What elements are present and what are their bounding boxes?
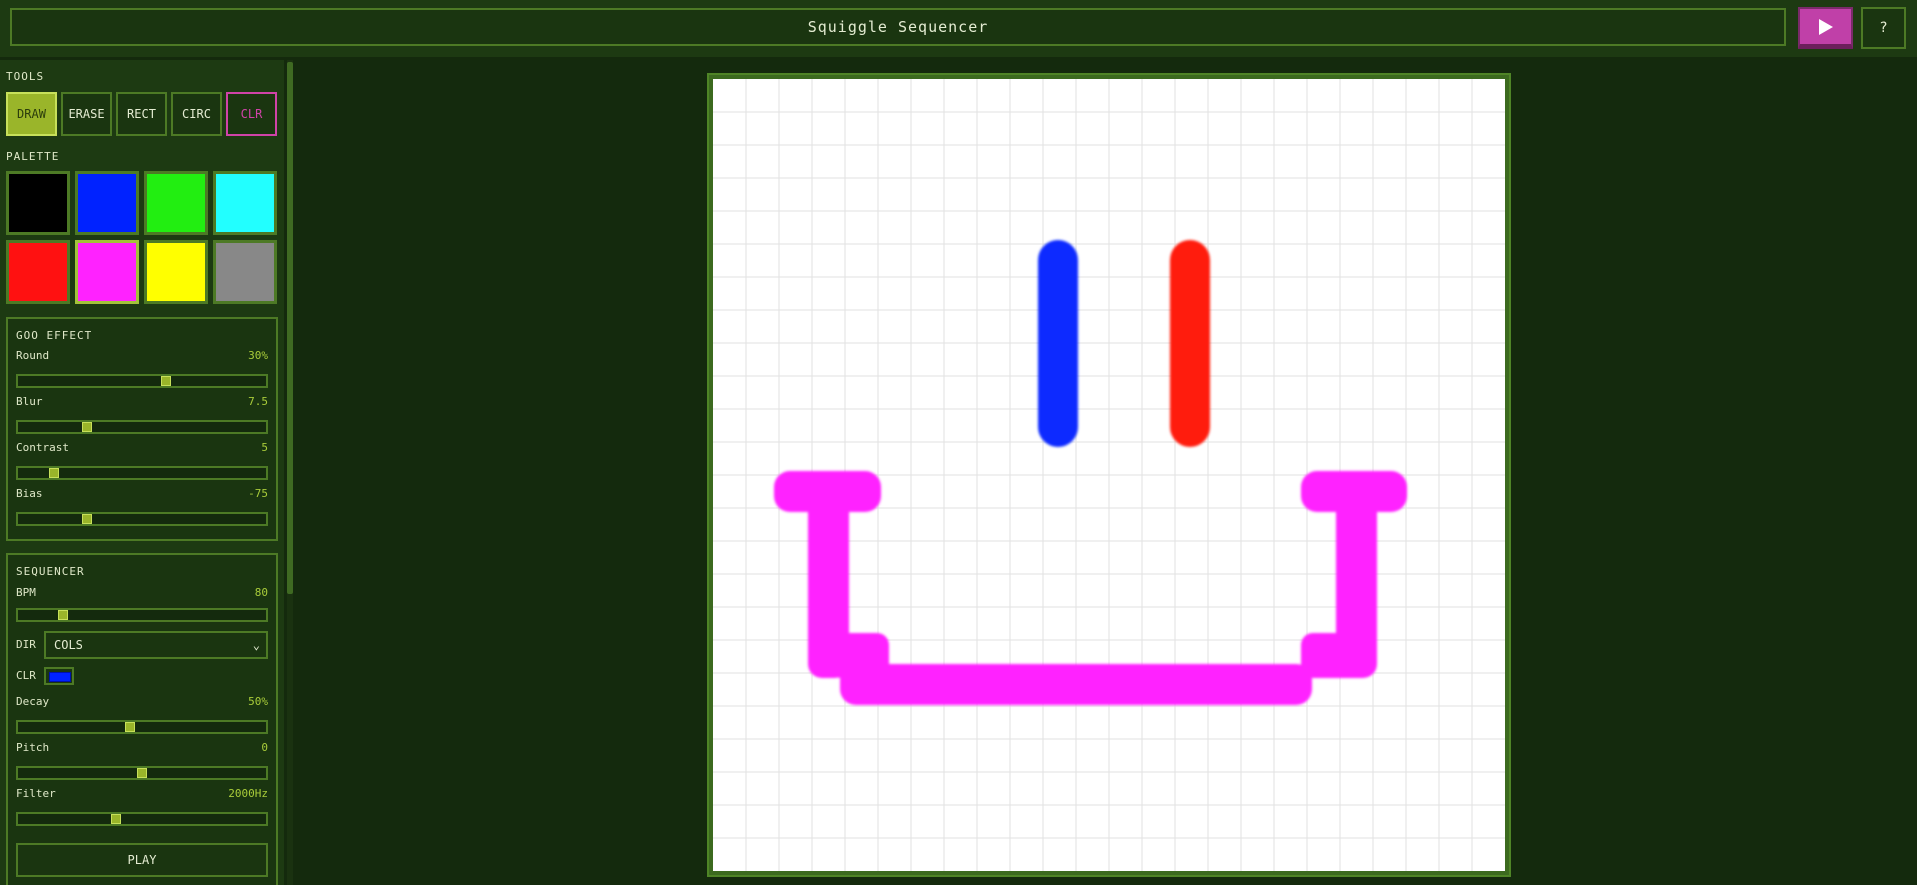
play-button-top[interactable] xyxy=(1798,7,1853,49)
play-icon xyxy=(1819,19,1833,35)
canvas-svg[interactable] xyxy=(713,79,1505,871)
filter-value: 2000Hz xyxy=(228,787,268,800)
swatch-green[interactable] xyxy=(144,171,208,235)
swatch-blue[interactable] xyxy=(75,171,139,235)
bpm-slider[interactable] xyxy=(16,608,268,622)
app-title: Squiggle Sequencer xyxy=(10,8,1786,46)
pitch-slider-thumb[interactable] xyxy=(137,768,147,778)
dir-label: DIR xyxy=(16,638,36,651)
swatch-yellow[interactable] xyxy=(144,240,208,304)
sequencer-color-picker[interactable] xyxy=(44,667,74,685)
clr-label: CLR xyxy=(16,669,36,682)
goo-effect-label: GOO EFFECT xyxy=(16,329,93,342)
sequencer-panel: SEQUENCER BPM 80 DIR COLS ⌄ CLR Decay 50… xyxy=(6,553,278,885)
tool-rect-button[interactable]: RECT xyxy=(116,92,167,136)
blur-slider[interactable] xyxy=(16,420,268,434)
round-label: Round xyxy=(16,349,50,362)
swatch-red[interactable] xyxy=(6,240,70,304)
bias-slider[interactable] xyxy=(16,512,268,526)
bias-value: -75 xyxy=(248,487,268,500)
sidebar-scrollbar-thumb[interactable] xyxy=(287,62,293,594)
round-value: 30% xyxy=(248,349,268,362)
drawing-canvas[interactable] xyxy=(713,79,1505,871)
decay-label: Decay xyxy=(16,695,50,708)
tool-circ-button[interactable]: CIRC xyxy=(171,92,222,136)
sequencer-label: SEQUENCER xyxy=(16,565,85,578)
blur-label: Blur xyxy=(16,395,43,408)
contrast-value: 5 xyxy=(261,441,268,454)
tool-clear-button[interactable]: CLR xyxy=(226,92,277,136)
blur-slider-thumb[interactable] xyxy=(82,422,93,432)
eye-left-stroke xyxy=(1038,240,1078,447)
sequencer-color-fill xyxy=(49,672,71,682)
sidebar: TOOLS DRAW ERASE RECT CIRC CLR PALETTE G… xyxy=(0,60,284,885)
tool-erase-button[interactable]: ERASE xyxy=(61,92,112,136)
contrast-slider-thumb[interactable] xyxy=(48,468,59,478)
bias-slider-thumb[interactable] xyxy=(82,514,93,524)
chevron-down-icon: ⌄ xyxy=(252,638,260,652)
top-bar: Squiggle Sequencer ? xyxy=(0,0,1917,57)
help-button[interactable]: ? xyxy=(1861,7,1906,49)
sequencer-play-button[interactable]: PLAY xyxy=(16,843,268,877)
pitch-label: Pitch xyxy=(16,741,50,754)
filter-slider[interactable] xyxy=(16,812,268,826)
bias-label: Bias xyxy=(16,487,43,500)
decay-slider-thumb[interactable] xyxy=(125,722,136,732)
direction-select-value: COLS xyxy=(54,638,83,652)
eye-right-stroke xyxy=(1170,240,1210,447)
mouth-stroke xyxy=(774,471,1407,705)
swatch-cyan[interactable] xyxy=(213,171,277,235)
decay-slider[interactable] xyxy=(16,720,268,734)
pitch-value: 0 xyxy=(261,741,268,754)
tool-draw-button[interactable]: DRAW xyxy=(6,92,57,136)
canvas-frame xyxy=(707,73,1511,877)
tools-label: TOOLS xyxy=(6,70,45,83)
round-slider-thumb[interactable] xyxy=(160,376,171,386)
goo-effect-panel: GOO EFFECT Round 30% Blur 7.5 Contrast 5… xyxy=(6,317,278,541)
swatch-black[interactable] xyxy=(6,171,70,235)
decay-value: 50% xyxy=(248,695,268,708)
blur-value: 7.5 xyxy=(248,395,268,408)
contrast-slider[interactable] xyxy=(16,466,268,480)
bpm-slider-thumb[interactable] xyxy=(58,610,69,620)
bpm-value: 80 xyxy=(254,586,268,599)
filter-slider-thumb[interactable] xyxy=(110,814,121,824)
palette-label: PALETTE xyxy=(6,150,60,163)
swatch-magenta[interactable] xyxy=(75,240,139,304)
contrast-label: Contrast xyxy=(16,441,69,454)
round-slider[interactable] xyxy=(16,374,268,388)
bpm-label: BPM xyxy=(16,586,36,599)
direction-select[interactable]: COLS ⌄ xyxy=(44,631,268,659)
swatch-gray[interactable] xyxy=(213,240,277,304)
pitch-slider[interactable] xyxy=(16,766,268,780)
filter-label: Filter xyxy=(16,787,56,800)
